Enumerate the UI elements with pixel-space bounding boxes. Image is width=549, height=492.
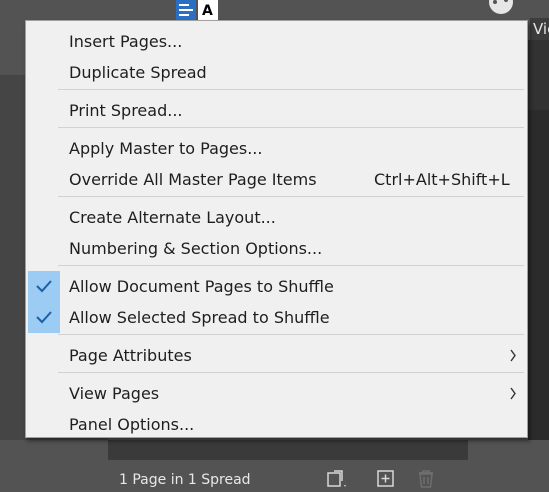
menu-item-page-attributes[interactable]: Page Attributes bbox=[26, 340, 527, 371]
panel-tab-label[interactable]: Vie bbox=[530, 18, 549, 40]
menu-item-view-pages[interactable]: View Pages bbox=[26, 378, 527, 409]
palette-icon[interactable] bbox=[486, 0, 516, 16]
menu-item-label: Duplicate Spread bbox=[69, 63, 207, 82]
menu-separator bbox=[58, 196, 524, 197]
menu-item-insert-pages[interactable]: Insert Pages... bbox=[26, 26, 527, 57]
menu-item-label: Insert Pages... bbox=[69, 32, 183, 51]
svg-text:A: A bbox=[202, 3, 213, 19]
checkmark-icon bbox=[36, 280, 52, 293]
menu-item-panel-options[interactable]: Panel Options... bbox=[26, 409, 527, 440]
menu-item-label: Create Alternate Layout... bbox=[69, 208, 276, 227]
menu-item-allow-document-shuffle[interactable]: Allow Document Pages to Shuffle bbox=[26, 271, 527, 302]
menu-item-label: Page Attributes bbox=[69, 346, 192, 365]
menu-item-label: View Pages bbox=[69, 384, 160, 403]
chevron-right-icon bbox=[510, 349, 516, 362]
menu-item-label: Panel Options... bbox=[69, 415, 195, 434]
menu-item-duplicate-spread[interactable]: Duplicate Spread bbox=[26, 57, 527, 88]
page-count-text: 1 Page in 1 Spread bbox=[119, 472, 251, 488]
check-highlight bbox=[28, 302, 60, 333]
menu-separator bbox=[58, 127, 524, 128]
canvas-bottom-area bbox=[0, 440, 108, 492]
menu-item-label: Numbering & Section Options... bbox=[69, 239, 323, 258]
check-highlight bbox=[28, 271, 60, 302]
trash-icon[interactable] bbox=[415, 468, 437, 490]
side-panel-dark bbox=[528, 40, 549, 110]
menu-item-allow-spread-shuffle[interactable]: Allow Selected Spread to Shuffle bbox=[26, 302, 527, 333]
menu-item-numbering-section[interactable]: Numbering & Section Options... bbox=[26, 233, 527, 264]
side-panel-content bbox=[528, 110, 549, 440]
edit-page-size-icon[interactable] bbox=[326, 468, 348, 490]
menu-item-label: Allow Document Pages to Shuffle bbox=[69, 277, 334, 296]
menu-item-label: Override All Master Page Items bbox=[69, 170, 317, 189]
master-page-icon[interactable]: A bbox=[176, 0, 218, 22]
pages-panel-thumbnails bbox=[108, 440, 468, 460]
chevron-right-icon bbox=[510, 387, 516, 400]
menu-separator bbox=[58, 372, 524, 373]
checkmark-icon bbox=[36, 311, 52, 324]
menu-item-apply-master[interactable]: Apply Master to Pages... bbox=[26, 133, 527, 164]
menu-separator bbox=[58, 265, 524, 266]
menu-separator bbox=[58, 89, 524, 90]
menu-item-create-alternate-layout[interactable]: Create Alternate Layout... bbox=[26, 202, 527, 233]
pages-panel-status-bar: 1 Page in 1 Spread bbox=[108, 460, 528, 492]
menu-item-print-spread[interactable]: Print Spread... bbox=[26, 95, 527, 126]
menu-item-label: Apply Master to Pages... bbox=[69, 139, 263, 158]
pages-panel-context-menu: Insert Pages... Duplicate Spread Print S… bbox=[25, 20, 528, 438]
menu-item-shortcut: Ctrl+Alt+Shift+L bbox=[374, 170, 510, 189]
menu-item-label: Allow Selected Spread to Shuffle bbox=[69, 308, 330, 327]
menu-item-override-master-items[interactable]: Override All Master Page Items Ctrl+Alt+… bbox=[26, 164, 527, 195]
new-page-icon[interactable] bbox=[375, 468, 397, 490]
menu-separator bbox=[58, 334, 524, 335]
menu-item-label: Print Spread... bbox=[69, 101, 183, 120]
